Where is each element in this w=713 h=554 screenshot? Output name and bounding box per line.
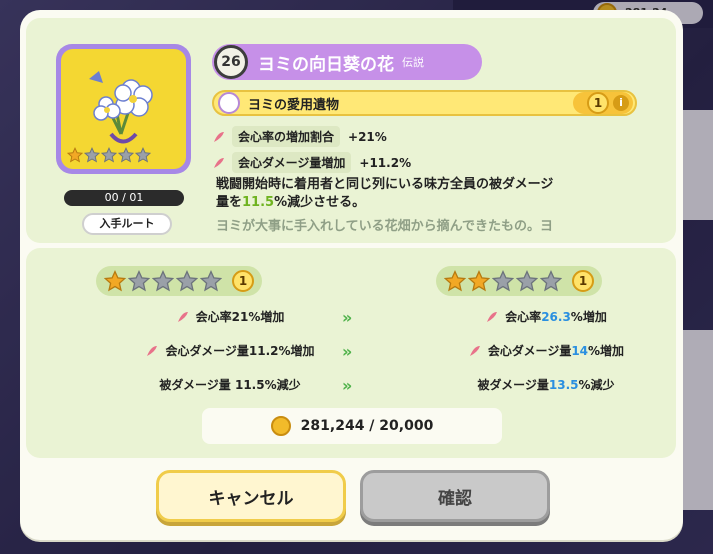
star-filled-icon [104, 270, 126, 292]
item-effect-description: 戦闘開始時に着用者と同じ列にいる味方全員の被ダメージ 量を11.5%減少させる。 [216, 176, 626, 212]
stat-label: 会心率の増加割合 [232, 126, 341, 147]
effect-line-1: 戦闘開始時に着用者と同じ列にいる味方全員の被ダメージ [216, 177, 554, 192]
star-empty-icon [101, 147, 117, 163]
feather-icon [214, 131, 224, 142]
owner-label: ヨミの愛用遺物 [248, 97, 340, 113]
star-empty-icon [128, 270, 150, 292]
stat-value: +21% [348, 129, 387, 144]
item-icon-frame [56, 44, 191, 174]
next-effect-value: 13.5 [548, 377, 579, 392]
current-effect: 被ダメージ量 11.5%減少 [110, 376, 350, 393]
count-badge: 1 [587, 92, 609, 114]
current-stars-header: 1 [96, 266, 262, 296]
star-filled-icon [444, 270, 466, 292]
next-effect-prefix: 被ダメージ量 [477, 378, 549, 392]
next-stars-header: 1 [436, 266, 602, 296]
character-avatar [218, 92, 240, 114]
star-empty-icon [135, 147, 151, 163]
next-stars [444, 270, 562, 292]
item-rarity-label: 伝説 [402, 56, 424, 69]
star-empty-icon [516, 270, 538, 292]
item-lore-text: ヨミが大事に手入れしている花畑から摘んできたもの。ヨ [216, 219, 553, 234]
item-title-bar: 26 ヨミの向日葵の花 伝説 [212, 44, 482, 80]
coin-icon [270, 416, 291, 436]
item-info-section: 00 / 01 入手ルート 26 ヨミの向日葵の花 伝説 ヨミの愛用遺物 1 i… [26, 18, 676, 243]
comparison-row: 会心率21%増加 » 会心率 26.3 %増加 [26, 308, 676, 328]
next-effect-prefix: 会心率 [505, 310, 542, 324]
current-effect-text: 会心ダメージ量11.2%増加 [165, 344, 315, 358]
current-stars [104, 270, 222, 292]
arrow-icon: » [342, 308, 353, 327]
next-effect-value: 14 [571, 343, 589, 358]
current-effect-text: 被ダメージ量 11.5%減少 [159, 378, 301, 392]
stat-value: +11.2% [359, 155, 412, 170]
star-empty-icon [200, 270, 222, 292]
cost-value: 281,244 / 20,000 [300, 418, 434, 434]
next-effect-prefix: 会心ダメージ量 [487, 344, 572, 358]
confirm-button[interactable]: 確認 [360, 470, 550, 522]
stat-row-1: 会心率の増加割合 +21% [212, 126, 387, 147]
owned-count: 1 i [573, 92, 633, 114]
next-effect: 会心ダメージ量 14 %増加 [416, 342, 676, 359]
upgrade-dialog: ✕ 00 / 01 入手ルート 26 [20, 10, 683, 540]
arrow-icon: » [342, 376, 353, 395]
fragment-progress: 00 / 01 [64, 190, 184, 206]
feather-icon [487, 311, 498, 322]
star-empty-icon [492, 270, 514, 292]
next-effect-suffix: %増加 [570, 310, 607, 324]
item-rarity-stars [67, 147, 151, 163]
stat-label: 会心ダメージ量増加 [232, 152, 352, 173]
feather-icon [469, 345, 480, 356]
acquisition-route-button[interactable]: 入手ルート [82, 213, 172, 235]
arrow-icon: » [342, 342, 353, 361]
effect-suffix: %減少させる。 [274, 195, 366, 210]
feather-icon [177, 311, 188, 322]
effect-line-2: 量を11.5%減少させる。 [216, 194, 626, 212]
next-effect-value: 26.3 [541, 309, 571, 324]
next-effect: 被ダメージ量 13.5 %減少 [416, 376, 676, 393]
stat-row-2: 会心ダメージ量増加 +11.2% [212, 152, 411, 173]
comparison-row: 被ダメージ量 11.5%減少 » 被ダメージ量 13.5 %減少 [26, 376, 676, 396]
next-effect: 会心率 26.3 %増加 [416, 308, 676, 325]
comparison-row: 会心ダメージ量11.2%増加 » 会心ダメージ量 14 %増加 [26, 342, 676, 362]
feather-icon [147, 345, 158, 356]
star-empty-icon [176, 270, 198, 292]
effect-highlight: 11.5 [242, 195, 275, 210]
sunflower-item-icon [61, 49, 186, 169]
upgrade-cost: 281,244 / 20,000 [202, 408, 502, 444]
feather-icon [214, 157, 224, 168]
cancel-button[interactable]: キャンセル [156, 470, 346, 522]
info-icon[interactable]: i [613, 95, 629, 111]
star-empty-icon [84, 147, 100, 163]
current-effect-text: 会心率21%増加 [195, 310, 285, 324]
current-star-badge: 1 [232, 270, 254, 292]
star-empty-icon [540, 270, 562, 292]
item-level-badge: 26 [214, 45, 248, 79]
current-effect: 会心ダメージ量11.2%増加 [110, 342, 350, 359]
next-star-badge: 1 [572, 270, 594, 292]
item-name: ヨミの向日葵の花 [258, 54, 394, 75]
current-effect: 会心率21%増加 [110, 308, 350, 325]
next-effect-suffix: %増加 [588, 344, 625, 358]
star-empty-icon [118, 147, 134, 163]
star-filled-icon [67, 147, 83, 163]
effect-prefix: 量を [216, 195, 243, 210]
star-filled-icon [468, 270, 490, 292]
owner-bar: ヨミの愛用遺物 1 i [212, 90, 637, 116]
star-empty-icon [152, 270, 174, 292]
next-effect-suffix: %減少 [578, 378, 615, 392]
